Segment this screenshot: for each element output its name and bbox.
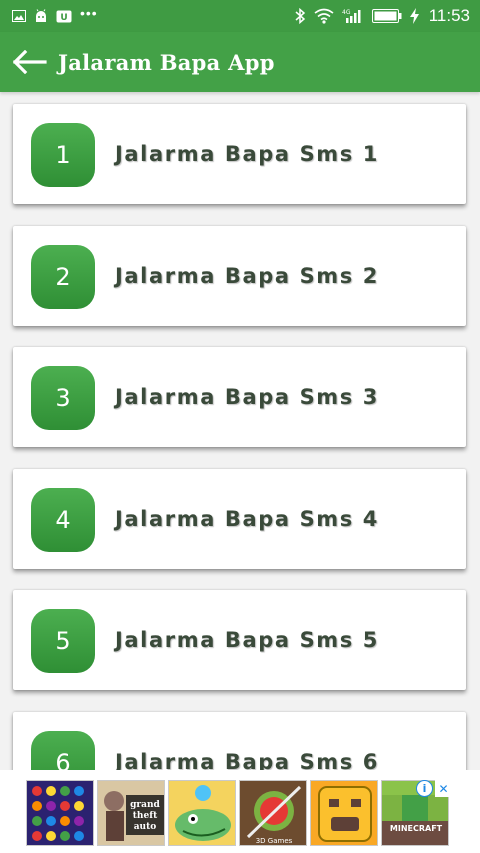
signal-4g-icon: 4G <box>342 8 364 24</box>
item-number-badge: 4 <box>31 488 95 552</box>
sms-list: 1 Jalarma Bapa Sms 1 2 Jalarma Bapa Sms … <box>0 92 480 770</box>
svg-text:MINECRAFT: MINECRAFT <box>390 824 443 833</box>
charging-icon <box>409 8 419 24</box>
item-label: Jalarma Bapa Sms 1 <box>115 142 379 166</box>
fruit-ninja-icon[interactable]: 3D Games <box>239 780 307 846</box>
app-bar: Jalaram Bapa App <box>0 32 480 92</box>
more-dots-icon: ••• <box>80 5 98 21</box>
ad-info-icon[interactable]: i <box>416 780 433 797</box>
list-item-6[interactable]: 6 Jalarma Bapa Sms 6 <box>13 712 466 770</box>
ad-choices: i ✕ <box>416 780 452 797</box>
item-number-badge: 1 <box>31 123 95 187</box>
item-label: Jalarma Bapa Sms 6 <box>115 750 379 770</box>
list-item-3[interactable]: 3 Jalarma Bapa Sms 3 <box>13 347 466 447</box>
svg-text:grand: grand <box>130 800 160 810</box>
status-bar: U ••• 4G 11:53 <box>0 0 480 32</box>
item-number-badge: 5 <box>31 609 95 673</box>
bluetooth-icon <box>294 8 306 24</box>
item-number-badge: 6 <box>31 731 95 770</box>
arrow-left-icon <box>13 50 47 74</box>
signal-4g-label: 4G <box>342 9 351 16</box>
status-time: 11:53 <box>428 6 470 25</box>
item-label: Jalarma Bapa Sms 5 <box>115 628 379 652</box>
temple-run-icon[interactable] <box>310 780 378 846</box>
grand-theft-auto-icon[interactable]: grand theft auto <box>97 780 165 846</box>
app-title: Jalaram Bapa App <box>58 49 275 75</box>
svg-text:3D Games: 3D Games <box>256 837 293 845</box>
candy-game-icon[interactable] <box>26 780 94 846</box>
item-label: Jalarma Bapa Sms 2 <box>115 264 379 288</box>
image-icon <box>12 10 26 22</box>
status-bar-right: 4G 11:53 <box>294 6 470 26</box>
list-item-1[interactable]: 1 Jalarma Bapa Sms 1 <box>13 104 466 204</box>
ad-banner[interactable]: grand theft auto 3D Games MINECRAFT i ✕ <box>0 770 480 853</box>
crocodile-game-icon[interactable] <box>168 780 236 846</box>
item-label: Jalarma Bapa Sms 4 <box>115 507 379 531</box>
item-number-badge: 3 <box>31 366 95 430</box>
ad-close-icon[interactable]: ✕ <box>435 780 452 797</box>
item-label: Jalarma Bapa Sms 3 <box>115 385 379 409</box>
back-button[interactable] <box>12 44 48 80</box>
wifi-icon <box>314 8 334 24</box>
battery-icon <box>371 9 402 23</box>
list-item-5[interactable]: 5 Jalarma Bapa Sms 5 <box>13 590 466 690</box>
calendar-icon: U <box>56 9 72 23</box>
item-number-badge: 2 <box>31 245 95 309</box>
svg-text:auto: auto <box>134 822 157 832</box>
status-bar-left: U ••• <box>12 5 98 23</box>
svg-text:theft: theft <box>133 811 158 821</box>
list-item-2[interactable]: 2 Jalarma Bapa Sms 2 <box>13 226 466 326</box>
android-icon <box>34 9 48 23</box>
svg-text:U: U <box>60 13 67 23</box>
list-item-4[interactable]: 4 Jalarma Bapa Sms 4 <box>13 469 466 569</box>
ad-tiles: grand theft auto 3D Games MINECRAFT <box>26 780 454 846</box>
